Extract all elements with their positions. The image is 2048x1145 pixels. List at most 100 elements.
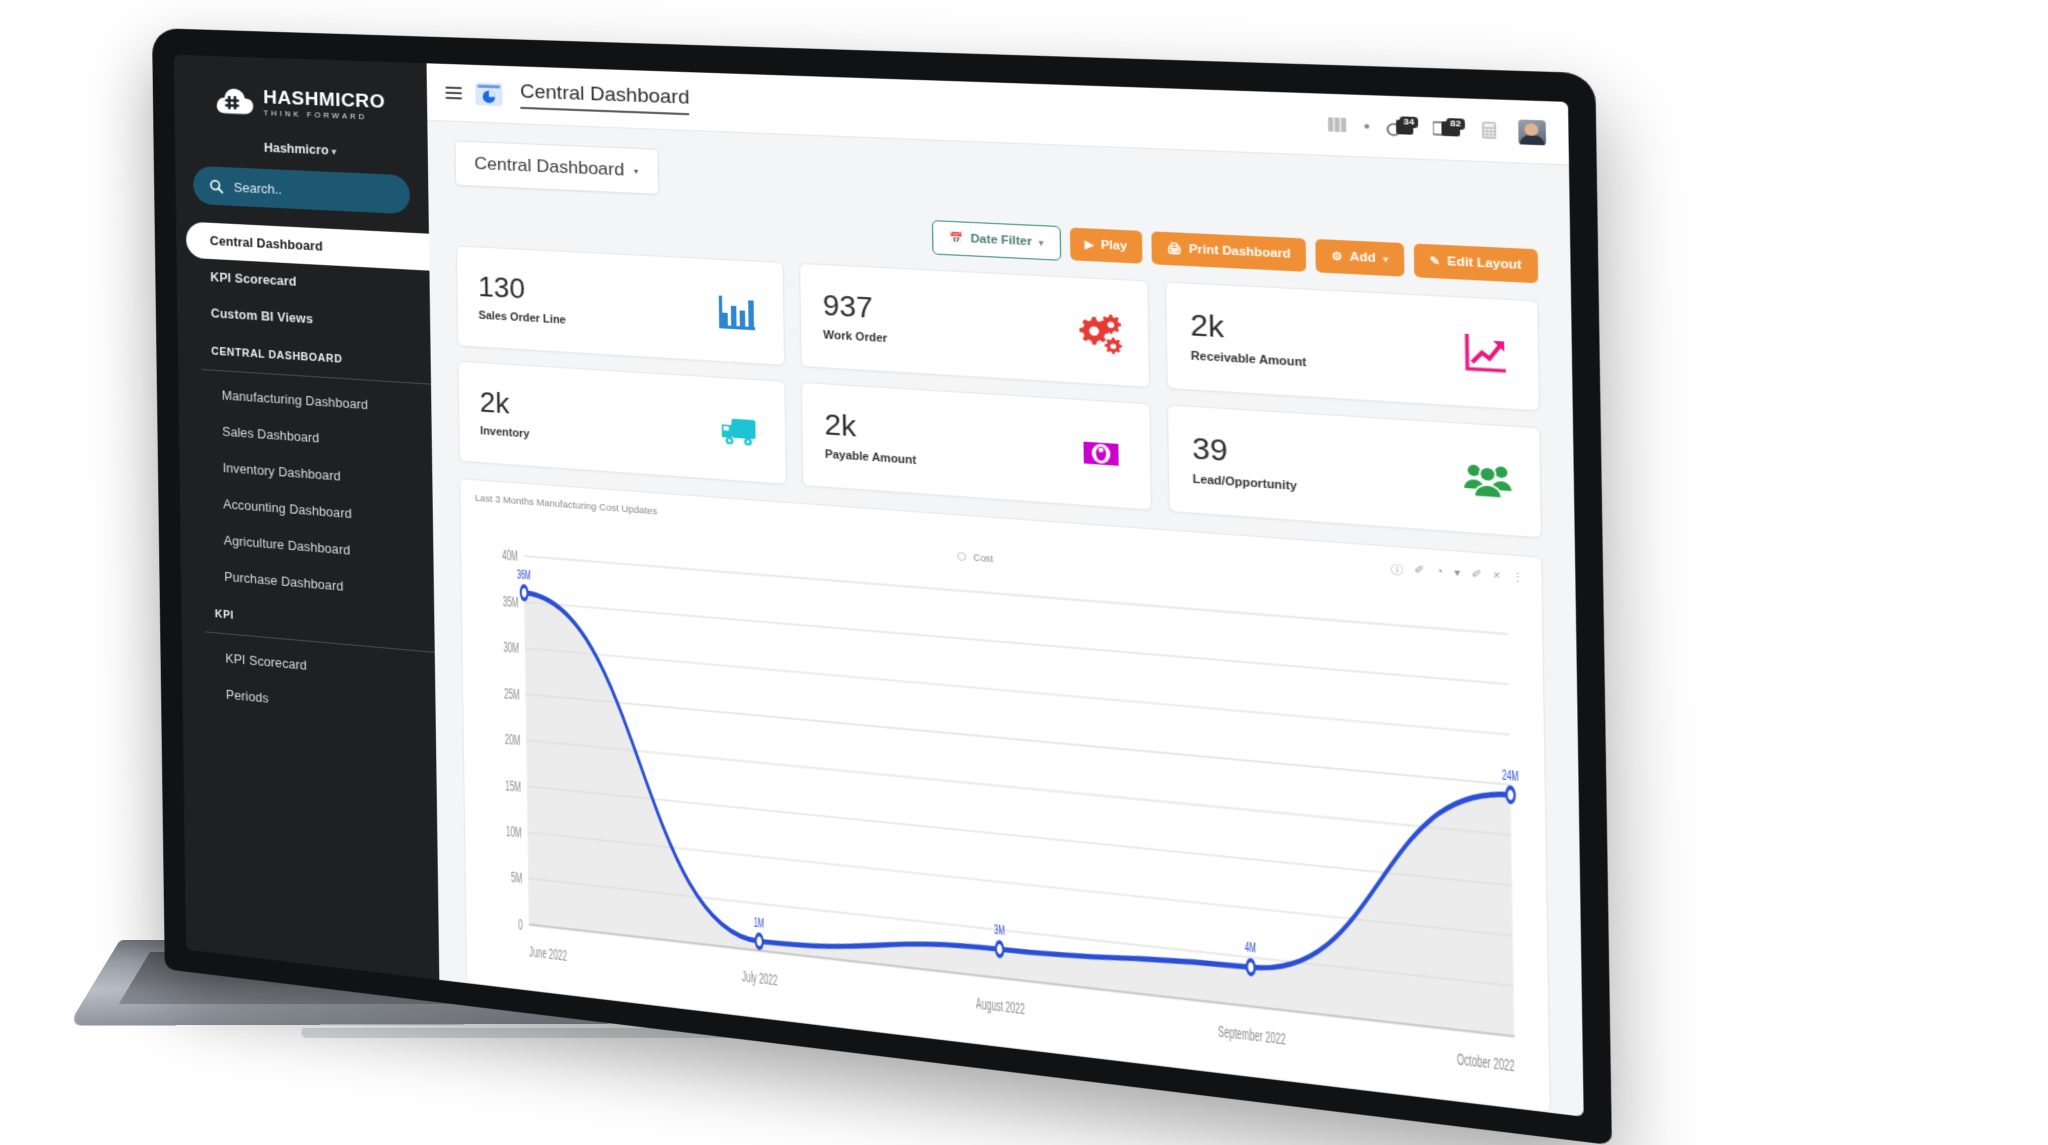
kpi-card-text: 2k Receivable Amount xyxy=(1190,308,1306,370)
print-dashboard-button[interactable]: 🖨 Print Dashboard xyxy=(1151,231,1307,272)
add-caret-icon: ▾ xyxy=(1383,253,1389,265)
kpi-value: 2k xyxy=(1190,308,1225,344)
activities-badge-count: 82 xyxy=(1446,117,1465,130)
edit-layout-label: Edit Layout xyxy=(1447,255,1522,273)
search-icon xyxy=(209,178,224,194)
svg-text:25M: 25M xyxy=(504,684,520,704)
chevron-down-icon: ▾ xyxy=(633,165,639,176)
svg-text:36M: 36M xyxy=(517,568,531,584)
svg-text:June 2022: June 2022 xyxy=(529,942,567,965)
kpi-label: Payable Amount xyxy=(824,448,917,468)
kpi-card-sales-order-line[interactable]: 130 Sales Order Line xyxy=(455,245,786,366)
avatar[interactable] xyxy=(1518,118,1547,145)
kpi-card-lead-opportunity[interactable]: 39 Lead/Opportunity xyxy=(1166,404,1543,539)
breadcrumb-label: Central Dashboard xyxy=(474,153,625,180)
calculator-icon[interactable] xyxy=(1480,120,1501,140)
hashmicro-cloud-icon xyxy=(215,84,255,118)
chart-toolbar: ⓘ ✐ ◔ ▾ ✐ × ⋮ xyxy=(1391,560,1524,587)
org-name: Hashmicro xyxy=(263,140,329,158)
chart-plot-area: 0 5M 10M 15M 20M 25M 30M 35M 40M 36M June 2022 1M Ju… xyxy=(475,529,1532,1103)
messages-badge-count: 34 xyxy=(1399,115,1419,128)
kpi-value: 2k xyxy=(824,408,857,443)
people-icon xyxy=(1460,453,1515,506)
breadcrumb[interactable]: Central Dashboard ▾ xyxy=(454,140,659,195)
svg-text:1M: 1M xyxy=(754,916,764,932)
svg-text:0: 0 xyxy=(518,915,523,934)
more-vertical-icon[interactable]: ⋮ xyxy=(1511,571,1524,584)
svg-text:4M: 4M xyxy=(1245,941,1256,958)
kpi-card-text: 2k Payable Amount xyxy=(824,408,917,468)
laptop-mockup: HASHMICRO THINK FORWARD Hashmicro ▾ Sear… xyxy=(0,0,2048,1145)
svg-text:10M: 10M xyxy=(506,822,522,842)
dashboard-app-icon[interactable] xyxy=(474,81,503,107)
page-title: Central Dashboard xyxy=(519,80,690,116)
svg-text:35M: 35M xyxy=(503,592,519,612)
main-content: Central Dashboard 34 82 Central Dashboar… xyxy=(426,63,1584,1117)
svg-text:September 2022: September 2022 xyxy=(1218,1021,1286,1049)
laptop-lid: HASHMICRO THINK FORWARD Hashmicro ▾ Sear… xyxy=(152,28,1612,1145)
info-icon[interactable]: ⓘ xyxy=(1391,560,1403,578)
kpi-card-payable-amount[interactable]: 2k Payable Amount xyxy=(800,381,1152,511)
activities-icon[interactable]: 82 xyxy=(1433,117,1465,139)
kpi-card-text: 937 Work Order xyxy=(822,289,888,346)
kpi-card-inventory[interactable]: 2k Inventory xyxy=(457,360,787,485)
kpi-card-text: 39 Lead/Opportunity xyxy=(1191,432,1297,494)
truck-icon xyxy=(715,405,764,455)
banknote-icon xyxy=(1075,428,1127,479)
svg-text:July 2022: July 2022 xyxy=(742,966,778,989)
play-icon: ▶ xyxy=(1084,238,1094,252)
kpi-label: Sales Order Line xyxy=(478,309,566,327)
logo-wordmark: HASHMICRO THINK FORWARD xyxy=(263,87,385,122)
search-input[interactable]: Search.. xyxy=(234,179,282,196)
svg-text:15M: 15M xyxy=(505,776,521,796)
cost-area-chart: 0 5M 10M 15M 20M 25M 30M 35M 40M 36M June 2022 1M Ju… xyxy=(502,546,1532,1075)
edit-layout-button[interactable]: ✎ Edit Layout xyxy=(1413,243,1539,284)
svg-text:30M: 30M xyxy=(503,638,519,658)
gears-icon xyxy=(1073,306,1125,357)
grid-icon[interactable] xyxy=(1327,115,1348,135)
svg-text:October 2022: October 2022 xyxy=(1457,1048,1515,1075)
dot-icon[interactable] xyxy=(1364,123,1370,129)
messages-icon[interactable]: 34 xyxy=(1386,115,1419,137)
legend-marker-cost xyxy=(957,551,967,562)
add-button[interactable]: ⚙ Add ▾ xyxy=(1315,238,1405,277)
date-filter-label: Date Filter xyxy=(970,232,1032,249)
edit-icon[interactable]: ✐ xyxy=(1471,568,1482,581)
chart-title: Last 3 Months Manufacturing Cost Updates xyxy=(474,492,658,517)
org-caret-icon: ▾ xyxy=(331,146,337,157)
sidebar-nav: Central Dashboard KPI Scorecard Custom B… xyxy=(176,221,436,754)
kpi-card-receivable-amount[interactable]: 2k Receivable Amount xyxy=(1164,281,1541,412)
play-label: Play xyxy=(1100,238,1128,254)
chart-panel: Last 3 Months Manufacturing Cost Updates… xyxy=(459,478,1551,1113)
close-icon[interactable]: × xyxy=(1493,570,1500,583)
palette-caret-icon[interactable]: ▾ xyxy=(1454,567,1460,580)
laptop-screen: HASHMICRO THINK FORWARD Hashmicro ▾ Sear… xyxy=(173,54,1584,1117)
date-filter-caret-icon: ▾ xyxy=(1038,237,1044,248)
print-icon: 🖨 xyxy=(1166,242,1182,256)
bar-chart-icon xyxy=(713,287,762,336)
kpi-value: 39 xyxy=(1191,432,1228,468)
svg-text:24M: 24M xyxy=(1502,768,1519,785)
kpi-value: 130 xyxy=(477,271,526,305)
svg-text:40M: 40M xyxy=(502,546,518,566)
print-label: Print Dashboard xyxy=(1188,242,1291,262)
kpi-label: Inventory xyxy=(480,425,530,441)
add-label: Add xyxy=(1349,250,1376,266)
search-box[interactable]: Search.. xyxy=(193,165,411,215)
svg-text:3M: 3M xyxy=(994,923,1005,939)
date-filter-button[interactable]: 📅 Date Filter ▾ xyxy=(932,220,1061,261)
kpi-value: 937 xyxy=(822,289,874,325)
svg-text:August 2022: August 2022 xyxy=(976,993,1026,1018)
hamburger-icon[interactable] xyxy=(445,86,463,99)
screenshot-stage: HASHMICRO THINK FORWARD Hashmicro ▾ Sear… xyxy=(0,0,2048,1145)
play-button[interactable]: ▶ Play xyxy=(1069,227,1143,264)
trending-up-icon xyxy=(1458,327,1513,380)
kpi-value: 2k xyxy=(479,386,510,420)
kpi-label: Work Order xyxy=(823,329,888,346)
palette-icon[interactable]: ◔ xyxy=(1435,566,1443,579)
plus-circle-icon: ⚙ xyxy=(1331,250,1343,264)
legend-label-cost: Cost xyxy=(973,551,994,565)
pencil-icon[interactable]: ✐ xyxy=(1414,564,1424,577)
kpi-label: Lead/Opportunity xyxy=(1192,473,1297,494)
kpi-card-work-order[interactable]: 937 Work Order xyxy=(799,262,1151,388)
